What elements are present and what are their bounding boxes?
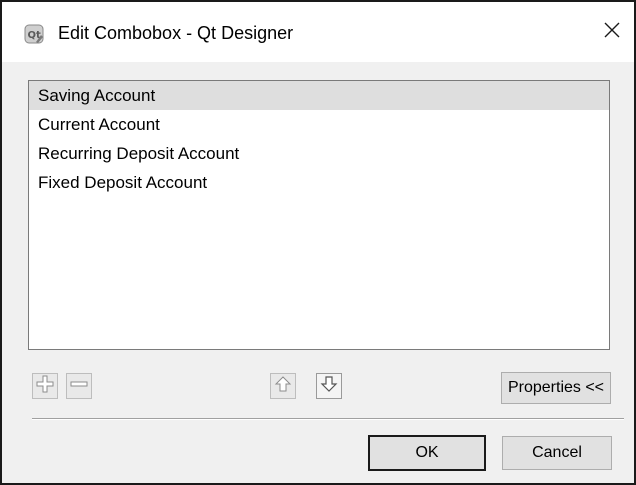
move-up-button[interactable] (270, 373, 296, 399)
window-title: Edit Combobox - Qt Designer (58, 23, 294, 43)
arrow-up-icon (274, 375, 292, 398)
title-bar[interactable]: Qt Edit Combobox - Qt Designer (2, 2, 634, 62)
separator (32, 418, 624, 420)
edit-combobox-dialog: Qt Edit Combobox - Qt Designer Saving Ac… (0, 0, 636, 485)
move-down-button[interactable] (316, 373, 342, 399)
list-item[interactable]: Current Account (29, 110, 609, 139)
list-item[interactable]: Recurring Deposit Account (29, 139, 609, 168)
close-button[interactable] (590, 12, 634, 52)
minus-icon (69, 374, 89, 399)
list-item[interactable]: Fixed Deposit Account (29, 168, 609, 197)
list-item[interactable]: Saving Account (29, 81, 609, 110)
items-list[interactable]: Saving Account Current Account Recurring… (28, 80, 610, 350)
add-item-button[interactable] (32, 373, 58, 399)
remove-item-button[interactable] (66, 373, 92, 399)
properties-toggle-button[interactable]: Properties << (501, 372, 611, 404)
qt-designer-icon: Qt (24, 24, 44, 44)
cancel-button[interactable]: Cancel (502, 436, 612, 470)
close-icon (603, 21, 621, 44)
ok-button[interactable]: OK (368, 435, 486, 471)
plus-icon (35, 374, 55, 399)
arrow-down-icon (320, 375, 338, 398)
